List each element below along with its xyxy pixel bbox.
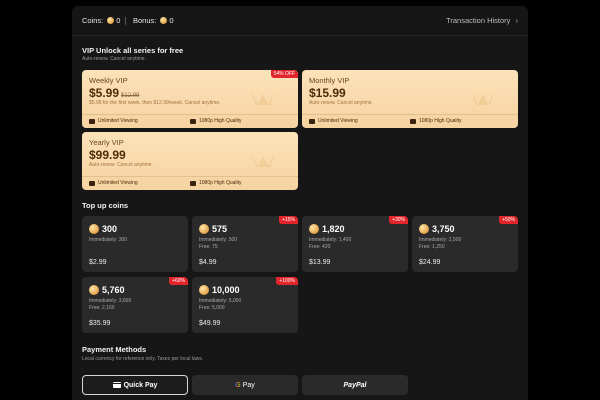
package-price: $2.99 — [89, 259, 107, 266]
film-icon — [309, 118, 315, 124]
google-g-icon: G — [235, 381, 241, 389]
coin-amount: 10,000 — [199, 285, 240, 295]
coin-package-300[interactable]: 300 Immediately: 300 $2.99 — [82, 216, 188, 272]
coin-amount: 5,760 — [89, 285, 125, 295]
payment-section-title: Payment Methods — [82, 345, 147, 354]
free-coins: Free: 420 — [309, 244, 331, 250]
coin-amount: 3,750 — [419, 224, 455, 234]
coin-icon — [107, 17, 115, 24]
quick-pay-button[interactable]: Quick Pay — [82, 375, 188, 395]
vip-plan-yearly[interactable]: Yearly VIP $99.99 Auto-renew. Cancel any… — [82, 132, 298, 190]
plan-name: Weekly VIP — [89, 76, 128, 85]
topup-section-title: Top up coins — [82, 201, 129, 210]
immediate-coins: Immediately: 3,600 — [89, 298, 132, 304]
plan-description: Auto-renew. Cancel anytime. — [309, 100, 373, 106]
store-panel: Coins: 0 Bonus: 0 Transaction History › … — [72, 6, 528, 400]
immediate-coins: Immediately: 500 — [199, 237, 238, 243]
immediate-coins: Immediately: 2,500 — [419, 237, 462, 243]
package-price: $35.99 — [89, 320, 111, 327]
coin-icon — [199, 224, 209, 234]
plan-description: Auto-renew. Cancel anytime. — [89, 162, 153, 168]
google-pay-button[interactable]: G Pay — [192, 375, 298, 395]
free-coins: Free: 1,250 — [419, 244, 445, 250]
immediate-coins: Immediately: 1,400 — [309, 237, 352, 243]
free-coins: Free: 75 — [199, 244, 218, 250]
vip-plan-weekly[interactable]: 54% OFF Weekly VIP $5.99 $12.99 $5.99 for… — [82, 70, 298, 128]
coins-value: 0 — [116, 16, 121, 25]
bonus-badge: +60% — [169, 277, 188, 285]
free-coins: Free: 2,160 — [89, 305, 115, 311]
plan-name: Yearly VIP — [89, 138, 124, 147]
crown-watermark-icon — [471, 91, 495, 105]
feature-hd-quality: 1080p High Quality — [190, 118, 242, 124]
plan-price: $99.99 — [89, 148, 126, 162]
package-price: $49.99 — [199, 320, 221, 327]
divider — [82, 176, 298, 177]
vip-plan-monthly[interactable]: Monthly VIP $15.99 Auto-renew. Cancel an… — [302, 70, 518, 128]
immediate-coins: Immediately: 300 — [89, 237, 128, 243]
immediate-coins: Immediately: 5,000 — [199, 298, 242, 304]
package-price: $13.99 — [309, 259, 331, 266]
divider — [125, 17, 126, 25]
chevron-right-icon: › — [515, 16, 519, 25]
divider — [82, 114, 298, 115]
discount-badge: 54% OFF — [270, 70, 298, 78]
feature-unlimited-viewing: Unlimited Viewing — [89, 180, 138, 186]
hd-icon — [410, 118, 416, 124]
coin-amount: 575 — [199, 224, 227, 234]
bonus-badge: +50% — [499, 216, 518, 224]
coin-icon — [309, 224, 319, 234]
credit-card-icon — [112, 382, 121, 388]
vip-section-title: VIP Unlock all series for free — [82, 46, 184, 55]
original-price: $12.99 — [121, 93, 140, 99]
transaction-history-link[interactable]: Transaction History › — [446, 16, 518, 25]
coin-icon — [160, 17, 168, 24]
hd-icon — [190, 180, 196, 186]
crown-watermark-icon — [251, 153, 275, 167]
coins-balance: Coins: 0 — [82, 16, 120, 25]
paypal-button[interactable]: PayPal — [302, 375, 408, 395]
bonus-badge: +100% — [276, 277, 298, 285]
bonus-balance: Bonus: 0 — [133, 16, 174, 25]
feature-hd-quality: 1080p High Quality — [410, 118, 462, 124]
crown-watermark-icon — [251, 91, 275, 105]
hd-icon — [190, 118, 196, 124]
coin-icon — [419, 224, 429, 234]
package-price: $4.99 — [199, 259, 217, 266]
transaction-history-label: Transaction History — [446, 16, 511, 25]
coin-icon — [89, 224, 99, 234]
coin-icon — [89, 285, 99, 295]
plan-name: Monthly VIP — [309, 76, 350, 85]
plan-description: $5.99 for the first week, then $12.99/we… — [89, 100, 221, 106]
film-icon — [89, 118, 95, 124]
coin-amount: 300 — [89, 224, 117, 234]
coin-package-10000[interactable]: +100% 10,000 Immediately: 5,000 Free: 5,… — [192, 277, 298, 333]
package-price: $24.99 — [419, 259, 441, 266]
divider — [302, 114, 518, 115]
coin-package-3750[interactable]: +50% 3,750 Immediately: 2,500 Free: 1,25… — [412, 216, 518, 272]
balance-bar: Coins: 0 Bonus: 0 Transaction History › — [72, 6, 528, 36]
coin-package-1820[interactable]: +30% 1,820 Immediately: 1,400 Free: 420 … — [302, 216, 408, 272]
coin-icon — [199, 285, 209, 295]
bonus-label: Bonus: — [133, 16, 157, 25]
vip-section-subtitle: Auto-renew. Cancel anytime. — [82, 56, 146, 62]
feature-hd-quality: 1080p High Quality — [190, 180, 242, 186]
paypal-logo: PayPal — [343, 381, 367, 389]
plan-price: $5.99 $12.99 — [89, 86, 140, 100]
feature-unlimited-viewing: Unlimited Viewing — [89, 118, 138, 124]
coin-package-5760[interactable]: +60% 5,760 Immediately: 3,600 Free: 2,16… — [82, 277, 188, 333]
feature-unlimited-viewing: Unlimited Viewing — [309, 118, 358, 124]
coin-amount: 1,820 — [309, 224, 345, 234]
payment-section-subtitle: Local currency for reference only. Taxes… — [82, 356, 204, 362]
coins-label: Coins: — [82, 16, 104, 25]
film-icon — [89, 180, 95, 186]
coin-package-575[interactable]: +15% 575 Immediately: 500 Free: 75 $4.99 — [192, 216, 298, 272]
bonus-badge: +15% — [279, 216, 298, 224]
bonus-badge: +30% — [389, 216, 408, 224]
free-coins: Free: 5,000 — [199, 305, 225, 311]
bonus-value: 0 — [169, 16, 174, 25]
plan-price: $15.99 — [309, 86, 346, 100]
